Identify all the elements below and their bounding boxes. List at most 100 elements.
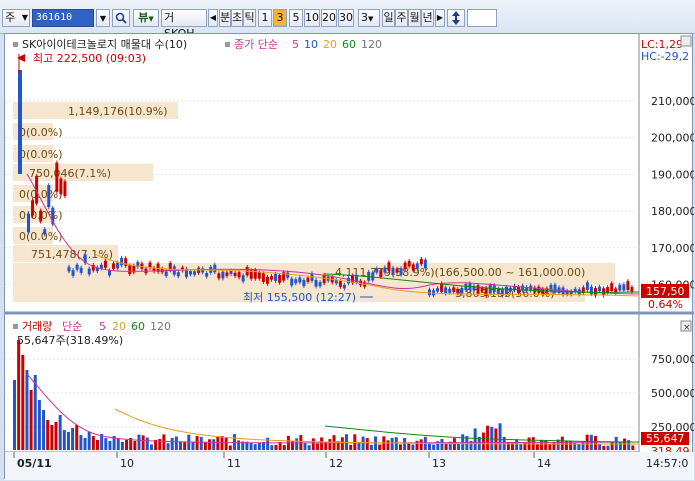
legend-square-icon [225,42,230,47]
candle [407,261,411,267]
candle [306,277,310,282]
volume-bar [618,442,622,450]
candle [302,280,306,287]
interval-3-button[interactable]: 3 [273,9,287,27]
volume-bar [141,435,145,450]
candle [176,272,180,277]
volume-bar [179,441,182,450]
stock-code-input[interactable]: 361610 [32,9,94,27]
candle [622,284,626,291]
candle [261,273,265,282]
price-tick-label: 170,000 [651,242,694,255]
hc-label: HC:-29,2 [641,50,689,63]
candle [504,286,508,295]
step-input[interactable] [467,9,497,27]
candle [120,257,124,266]
candle [488,284,492,294]
candle [598,286,602,292]
candle [225,272,229,276]
period-day-button[interactable]: 일 [382,9,395,27]
x-axis-label: 13 [432,457,446,470]
ma-5-label: 5 [292,38,299,51]
panel-resize-button[interactable] [680,35,692,47]
price-tick-label: 180,000 [651,205,694,218]
volume-bar [432,444,436,450]
volume-bar [398,444,402,450]
period-minute-button[interactable]: 분 [219,9,231,27]
chart-frame: 1,149,176(10.9%) 0(0.0%) 0(0.0%) 750,046(7.… [4,33,694,480]
period-week-button[interactable]: 주 [395,9,408,27]
candle [383,267,387,273]
volume-bar [257,442,261,450]
volume-bar [232,434,236,450]
candle [444,287,448,294]
chevron-down-icon: ▼ [99,14,107,23]
code-dropdown-button[interactable]: ▼ [96,9,110,27]
volume-bar [249,443,253,450]
search-button[interactable] [112,9,130,27]
volume-bar [274,444,278,450]
interval-20-button[interactable]: 20 [321,9,337,27]
volume-axis-ticks: 750,000500,000250,000 [651,353,694,434]
volume-bar [411,444,415,450]
volume-bar [87,432,91,450]
volume-bar [340,437,344,450]
chart-canvas[interactable]: 1,149,176(10.9%) 0(0.0%) 0(0.0%) 750,046(7.… [5,34,694,480]
candle [108,270,111,276]
view-grid-button[interactable]: 뷰▼ [133,9,159,27]
count-select[interactable]: 3▼ [358,9,380,27]
candle [585,282,589,291]
interval-10-button[interactable]: 10 [304,9,320,27]
candle [221,271,225,279]
volume-bar [307,445,311,450]
legend-square-icon [13,324,18,329]
interval-1-button[interactable]: 1 [258,9,272,27]
period-year-button[interactable]: 년 [421,9,434,27]
candle [618,284,622,291]
volume-bar [386,440,390,450]
candle [99,264,103,269]
volume-bar [166,443,170,450]
volume-bar [29,390,33,450]
period-second-button[interactable]: 초 [231,9,243,27]
volume-bar [598,443,602,450]
vol-ma-20-label: 20 [112,320,126,333]
volume-bar [415,440,419,450]
next-arrow-button[interactable]: ▶ [435,9,445,27]
volume-bar [75,425,79,450]
stock-name-field[interactable]: 거 SKOH [161,9,207,40]
price-legend-name: SK아이이테크놀로지 매물대 수(10) [22,38,187,51]
volume-bar [212,439,216,450]
candle [164,271,168,276]
volume-bar [66,432,70,450]
candle [334,280,338,284]
volume-bar [120,442,124,450]
volume-bar [328,439,332,450]
volume-bar [577,443,581,450]
close-icon: × [683,323,691,333]
candle [270,276,273,280]
prev-arrow-button[interactable]: ◀ [208,9,218,27]
candle [496,288,500,294]
market-select[interactable]: 주 ▼ [2,9,30,27]
period-tick-button[interactable]: 틱 [243,9,256,27]
candle [87,268,91,275]
volume-bar [191,442,195,450]
price-legend-close: 종가 단순 [234,38,278,51]
volume-bar [199,436,203,450]
vol-ma-60-label: 60 [131,320,145,333]
period-month-button[interactable]: 월 [408,9,421,27]
candle [602,288,606,296]
volume-bar [228,445,232,450]
candle [375,268,379,273]
volume-bar [365,438,369,450]
volume-bar [303,443,307,450]
interval-30-button[interactable]: 30 [338,9,354,27]
candle [43,229,47,235]
chevron-down-icon: ▼ [21,13,28,22]
candle [274,273,278,281]
price-tick-label: 210,000 [651,95,694,108]
sort-toggle-button[interactable] [447,9,465,27]
candle [415,263,419,269]
interval-5-button[interactable]: 5 [289,9,303,27]
